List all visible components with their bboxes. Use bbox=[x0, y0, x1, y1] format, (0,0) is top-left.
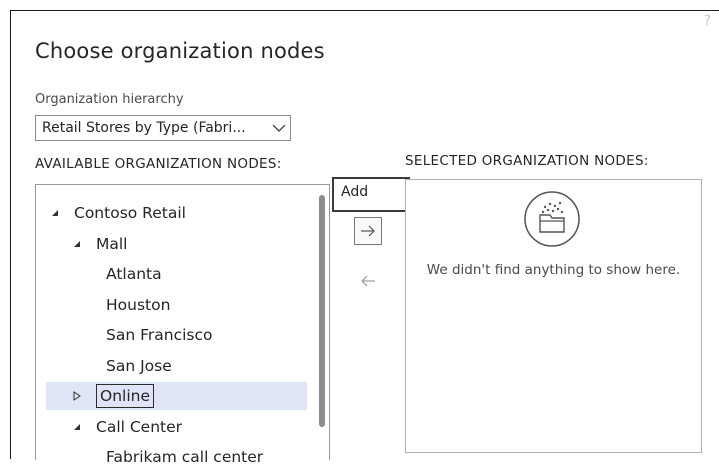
tree-node-label: Online bbox=[96, 384, 154, 408]
empty-folder-icon bbox=[523, 190, 581, 248]
tree-node[interactable]: Fabrikam call center bbox=[46, 443, 307, 471]
tree-node[interactable]: Call Center bbox=[46, 413, 307, 441]
tree-node[interactable]: Atlanta bbox=[46, 260, 307, 288]
available-nodes-header: AVAILABLE ORGANIZATION NODES: bbox=[35, 156, 282, 172]
add-node-button[interactable] bbox=[354, 217, 382, 245]
available-nodes-tree[interactable]: Contoso Retail Mall Atlanta Houston San Fran… bbox=[35, 184, 330, 466]
hierarchy-dropdown-value: Retail Stores by Type (Fabri... bbox=[42, 120, 246, 136]
tree-node[interactable]: Online bbox=[46, 382, 307, 410]
tree-node-label: Atlanta bbox=[106, 265, 162, 283]
hierarchy-field-label: Organization hierarchy bbox=[35, 92, 184, 107]
chevron-down-icon bbox=[268, 116, 290, 140]
collapsed-triangle-icon[interactable] bbox=[68, 391, 86, 401]
dialog-title: Choose organization nodes bbox=[35, 39, 325, 63]
tree-node[interactable]: San Francisco bbox=[46, 321, 307, 349]
tree-node-label: Contoso Retail bbox=[74, 204, 186, 222]
expanded-triangle-icon[interactable] bbox=[46, 209, 64, 217]
remove-node-button[interactable] bbox=[354, 267, 382, 295]
tree-node-label: Houston bbox=[106, 295, 171, 314]
tree-node[interactable]: Contoso Retail bbox=[46, 199, 307, 227]
tree-node[interactable]: Houston bbox=[46, 291, 307, 319]
tree-node-label: San Francisco bbox=[106, 326, 213, 344]
expanded-triangle-icon[interactable] bbox=[68, 240, 86, 248]
tree-node[interactable]: San Jose bbox=[46, 352, 307, 380]
arrow-right-icon bbox=[360, 222, 376, 241]
help-icon[interactable]: ? bbox=[704, 13, 711, 29]
tree-node-label: Call Center bbox=[96, 417, 183, 436]
empty-state-message: We didn't find anything to show here. bbox=[426, 262, 681, 278]
selected-nodes-header: SELECTED ORGANIZATION NODES: bbox=[405, 153, 649, 169]
hierarchy-dropdown[interactable]: Retail Stores by Type (Fabri... bbox=[35, 115, 291, 141]
tree-node-label: San Jose bbox=[106, 356, 172, 375]
tree-scrollbar[interactable] bbox=[319, 195, 325, 427]
arrow-left-icon bbox=[360, 272, 376, 291]
expanded-triangle-icon[interactable] bbox=[68, 423, 86, 431]
tree-node-label: Mall bbox=[96, 234, 128, 253]
selected-nodes-panel: We didn't find anything to show here. bbox=[405, 179, 702, 453]
add-tooltip: Add bbox=[332, 177, 410, 212]
tree-node-label: Fabrikam call center bbox=[106, 448, 264, 466]
tree-node[interactable]: Mall bbox=[46, 230, 307, 258]
choose-nodes-dialog: ? Choose organization nodes Organization… bbox=[10, 10, 719, 466]
